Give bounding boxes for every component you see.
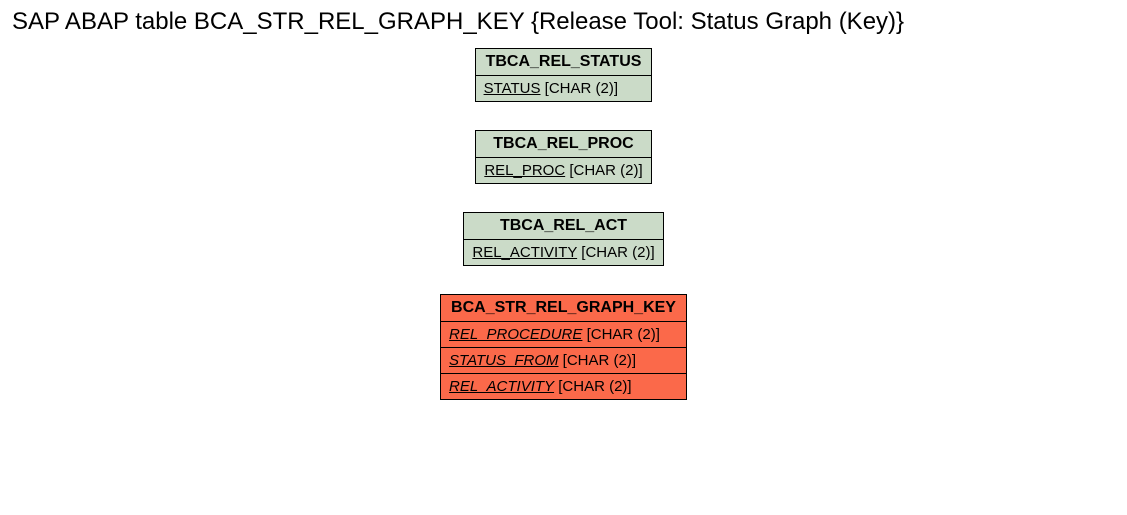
- table-tbca-rel-status: TBCA_REL_STATUS STATUS [CHAR (2)]: [475, 48, 653, 102]
- page-title: SAP ABAP table BCA_STR_REL_GRAPH_KEY {Re…: [0, 0, 1127, 36]
- field-name: REL_ACTIVITY: [472, 244, 577, 261]
- table-row: STATUS [CHAR (2)]: [476, 76, 652, 101]
- table-row: REL_PROC [CHAR (2)]: [476, 158, 650, 183]
- table-bca-str-rel-graph-key: BCA_STR_REL_GRAPH_KEY REL_PROCEDURE [CHA…: [440, 294, 687, 400]
- field-name: REL_PROC: [484, 162, 565, 179]
- field-type: [CHAR (2)]: [582, 326, 660, 343]
- table-tbca-rel-proc: TBCA_REL_PROC REL_PROC [CHAR (2)]: [475, 130, 651, 184]
- field-type: [CHAR (2)]: [554, 378, 632, 395]
- field-type: [CHAR (2)]: [558, 352, 636, 369]
- diagram-container: TBCA_REL_STATUS STATUS [CHAR (2)] TBCA_R…: [0, 48, 1127, 400]
- table-row: REL_PROCEDURE [CHAR (2)]: [441, 322, 686, 348]
- table-row: STATUS_FROM [CHAR (2)]: [441, 348, 686, 374]
- table-header: TBCA_REL_STATUS: [476, 49, 652, 76]
- field-name: STATUS_FROM: [449, 352, 558, 369]
- field-type: [CHAR (2)]: [577, 244, 655, 261]
- table-row: REL_ACTIVITY [CHAR (2)]: [441, 374, 686, 399]
- table-header: TBCA_REL_ACT: [464, 213, 662, 240]
- table-tbca-rel-act: TBCA_REL_ACT REL_ACTIVITY [CHAR (2)]: [463, 212, 663, 266]
- table-header: BCA_STR_REL_GRAPH_KEY: [441, 295, 686, 322]
- field-type: [CHAR (2)]: [541, 80, 619, 97]
- table-header: TBCA_REL_PROC: [476, 131, 650, 158]
- field-type: [CHAR (2)]: [565, 162, 643, 179]
- table-row: REL_ACTIVITY [CHAR (2)]: [464, 240, 662, 265]
- field-name: REL_ACTIVITY: [449, 378, 554, 395]
- field-name: REL_PROCEDURE: [449, 326, 582, 343]
- field-name: STATUS: [484, 80, 541, 97]
